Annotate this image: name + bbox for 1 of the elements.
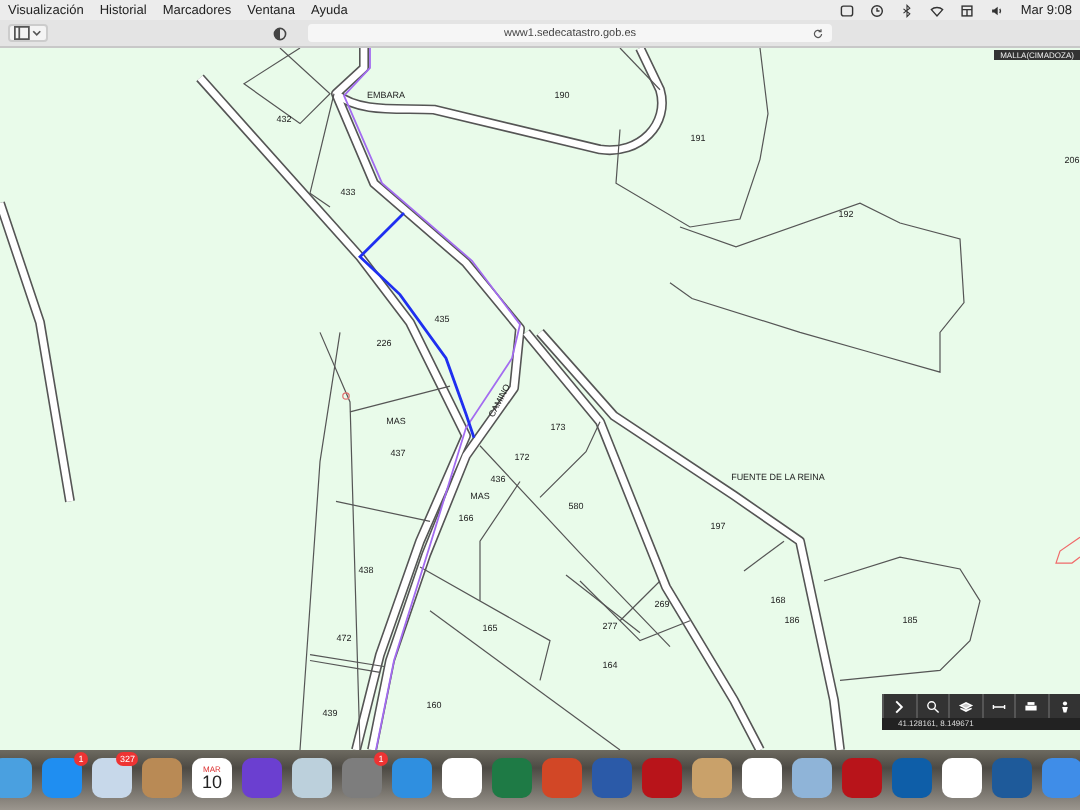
calendar-day: 10 [201,774,222,792]
